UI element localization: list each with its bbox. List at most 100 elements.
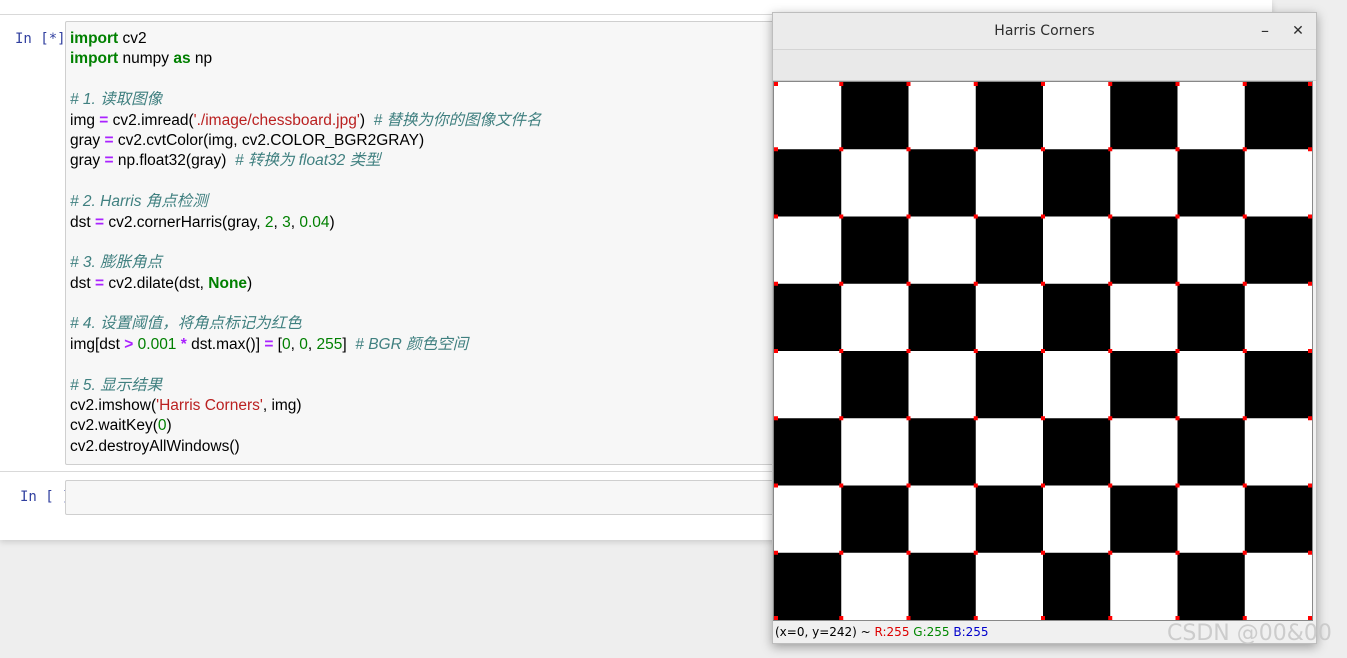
black-square (774, 552, 842, 620)
corner-marker (1041, 416, 1045, 421)
pixel-blue-value: B:255 (953, 625, 989, 639)
code-token: # 2. Harris 角点检测 (70, 193, 208, 211)
corner-marker (839, 147, 844, 152)
black-square (1177, 418, 1246, 486)
code-token: 0.04 (299, 213, 330, 231)
black-square (975, 485, 1044, 554)
corner-marker (774, 416, 778, 421)
code-token: [ (273, 335, 282, 353)
code-token: ) (247, 274, 253, 292)
code-token: numpy (118, 50, 174, 68)
code-token: dst (70, 213, 95, 231)
code-token: cv2.cvtColor(img, cv2.COLOR_BGR2GRAY) (113, 131, 425, 149)
code-line: gray = np.float32(gray) # 转换为 float32 类型 (70, 151, 542, 171)
code-line: img = cv2.imread('./image/chessboard.jpg… (70, 111, 542, 131)
corner-marker (1242, 616, 1247, 620)
corner-marker (973, 214, 978, 219)
chessboard-image[interactable] (773, 81, 1313, 621)
white-square (1110, 149, 1178, 217)
corner-marker (774, 349, 778, 353)
code-token: cv2.imshow( (70, 397, 157, 415)
corner-marker (1308, 214, 1312, 219)
black-square (908, 418, 977, 486)
code-line: gray = cv2.cvtColor(img, cv2.COLOR_BGR2G… (70, 131, 542, 151)
corner-marker (1175, 349, 1180, 353)
window-title: Harris Corners (994, 23, 1095, 39)
code-token: import (70, 30, 119, 47)
code-token: import (70, 50, 119, 68)
code-token: img (70, 111, 100, 129)
corner-marker (1108, 214, 1113, 219)
white-square (1177, 216, 1246, 285)
window-titlebar[interactable]: Harris Corners – ✕ (773, 13, 1316, 50)
chessboard-canvas (774, 82, 1312, 620)
corner-marker (839, 281, 844, 286)
white-square (774, 82, 842, 150)
black-square (1043, 418, 1111, 486)
corner-marker (906, 349, 911, 353)
corner-marker (1041, 214, 1045, 219)
corner-marker (906, 82, 911, 86)
white-square (975, 283, 1044, 352)
black-square (1110, 351, 1178, 419)
corner-marker (1308, 281, 1312, 286)
white-square (1110, 418, 1178, 486)
corner-marker (1175, 483, 1180, 488)
code-token: 3 (282, 213, 291, 231)
corner-marker (1242, 281, 1247, 286)
code-line: dst = cv2.dilate(dst, None) (70, 274, 542, 294)
white-square (1110, 283, 1178, 352)
white-square (774, 216, 842, 285)
white-square (908, 485, 977, 554)
white-square (1043, 485, 1111, 554)
corner-marker (839, 616, 844, 620)
corner-marker (839, 483, 844, 488)
code-token: 0 (282, 335, 291, 353)
corner-marker (1041, 550, 1045, 555)
black-square (1244, 82, 1312, 150)
corner-marker (1175, 550, 1180, 555)
white-square (975, 418, 1044, 486)
corner-marker (973, 616, 978, 620)
harris-corners-window[interactable]: Harris Corners – ✕ (x=0, y=242) ~ R:255 … (772, 12, 1317, 644)
corner-marker (1108, 349, 1113, 353)
corner-marker (1108, 281, 1113, 286)
code-token: dst.max()] (186, 335, 265, 353)
corner-marker (906, 616, 911, 620)
corner-marker (1175, 82, 1180, 86)
corner-marker (973, 281, 978, 286)
corner-marker (1308, 550, 1312, 555)
black-square (841, 216, 909, 285)
code-token: = (94, 274, 105, 292)
black-square (908, 552, 977, 620)
corner-marker (839, 82, 844, 86)
code-token: # 替换为你的图像文件名 (373, 111, 542, 129)
code-token: np (190, 50, 213, 68)
black-square (841, 351, 909, 419)
corner-marker (1108, 483, 1113, 488)
corner-marker (839, 416, 844, 421)
black-square (1110, 485, 1178, 554)
white-square (908, 351, 977, 419)
minimize-button[interactable]: – (1253, 19, 1277, 43)
corner-marker (1242, 214, 1247, 219)
white-square (1177, 351, 1246, 419)
code-token: ) (329, 213, 335, 231)
white-square (841, 149, 909, 217)
black-square (1244, 216, 1312, 285)
corner-marker (1308, 82, 1312, 86)
close-button[interactable]: ✕ (1286, 19, 1310, 43)
corner-marker (1308, 349, 1312, 353)
code-cell-content[interactable]: import cv2 import numpy as np # 1. 读取图像 im… (70, 29, 542, 457)
code-token: gray (70, 131, 105, 149)
code-token: # BGR 颜色空间 (355, 335, 469, 353)
pixel-status-bar: (x=0, y=242) ~ R:255 G:255 B:255 (775, 625, 989, 639)
code-token: gray (70, 152, 105, 170)
corner-marker (973, 416, 978, 421)
corner-marker (1108, 82, 1113, 86)
corner-marker (774, 281, 778, 286)
white-square (975, 552, 1044, 620)
